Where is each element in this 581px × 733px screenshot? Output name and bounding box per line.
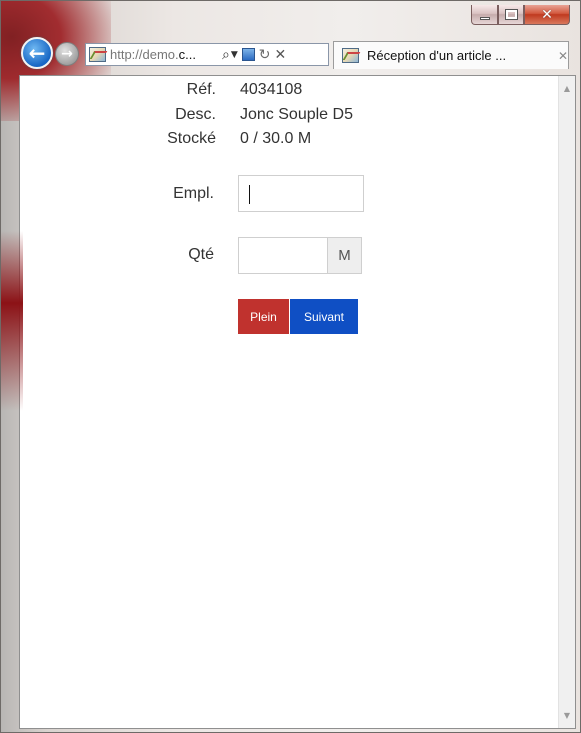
quantity-label: Qté bbox=[188, 246, 214, 263]
stock-label: Stocké bbox=[167, 130, 216, 147]
tab-title: Réception d'un article ... bbox=[367, 48, 507, 63]
page-viewport: Réf. 4034108 Desc. Jonc Souple D5 Stocké… bbox=[19, 75, 576, 729]
unit-addon: M bbox=[327, 237, 362, 274]
quantity-input[interactable] bbox=[238, 237, 328, 274]
minimize-icon bbox=[479, 17, 490, 20]
stop-icon[interactable]: ✕ bbox=[275, 47, 287, 63]
address-bar[interactable]: http://demo.c... ⌕ ▼ ↻ ✕ bbox=[85, 43, 329, 66]
next-button[interactable]: Suivant bbox=[290, 299, 358, 334]
refresh-icon[interactable]: ↻ bbox=[259, 47, 271, 63]
forward-button[interactable]: → bbox=[55, 42, 79, 66]
text-caret bbox=[249, 185, 250, 204]
tab-close-icon[interactable]: ✕ bbox=[558, 49, 568, 63]
full-button[interactable]: Plein bbox=[238, 299, 289, 334]
tab-favicon bbox=[342, 48, 359, 63]
url-prefix: http://demo. bbox=[110, 47, 179, 62]
dropdown-icon[interactable]: ▼ bbox=[231, 50, 238, 60]
vertical-scrollbar[interactable]: ▲ ▼ bbox=[558, 76, 575, 728]
back-arrow-icon: ← bbox=[28, 41, 46, 65]
scroll-down-arrow-icon[interactable]: ▼ bbox=[559, 707, 575, 724]
close-button[interactable]: ✕ bbox=[524, 5, 570, 25]
ref-value: 4034108 bbox=[240, 81, 303, 98]
maximize-icon bbox=[504, 9, 518, 20]
desc-value: Jonc Souple D5 bbox=[240, 106, 353, 123]
tab-active[interactable]: Réception d'un article ... ✕ bbox=[333, 41, 569, 69]
close-icon: ✕ bbox=[541, 6, 553, 23]
desc-label: Desc. bbox=[175, 106, 216, 123]
maximize-button[interactable] bbox=[498, 5, 524, 25]
browser-toolbar: ← → http://demo.c... ⌕ ▼ ↻ ✕ Réception d… bbox=[19, 37, 569, 69]
search-icon[interactable]: ⌕ bbox=[222, 47, 230, 63]
location-input[interactable] bbox=[238, 175, 364, 212]
stock-value: 0 / 30.0 M bbox=[240, 130, 312, 147]
compatibility-icon[interactable] bbox=[241, 48, 255, 61]
back-button[interactable]: ← bbox=[21, 37, 53, 69]
browser-window: ✕ ← → http://demo.c... ⌕ ▼ ↻ ✕ Réception… bbox=[0, 0, 581, 733]
ref-label: Réf. bbox=[186, 81, 216, 98]
url-text[interactable]: http://demo.c... bbox=[110, 47, 218, 62]
minimize-button[interactable] bbox=[471, 5, 498, 25]
url-domain: c... bbox=[178, 47, 196, 62]
location-label: Empl. bbox=[173, 185, 214, 202]
scroll-up-arrow-icon[interactable]: ▲ bbox=[559, 80, 575, 97]
favicon bbox=[89, 47, 106, 62]
forward-arrow-icon: → bbox=[61, 46, 73, 62]
caption-buttons: ✕ bbox=[471, 5, 570, 29]
